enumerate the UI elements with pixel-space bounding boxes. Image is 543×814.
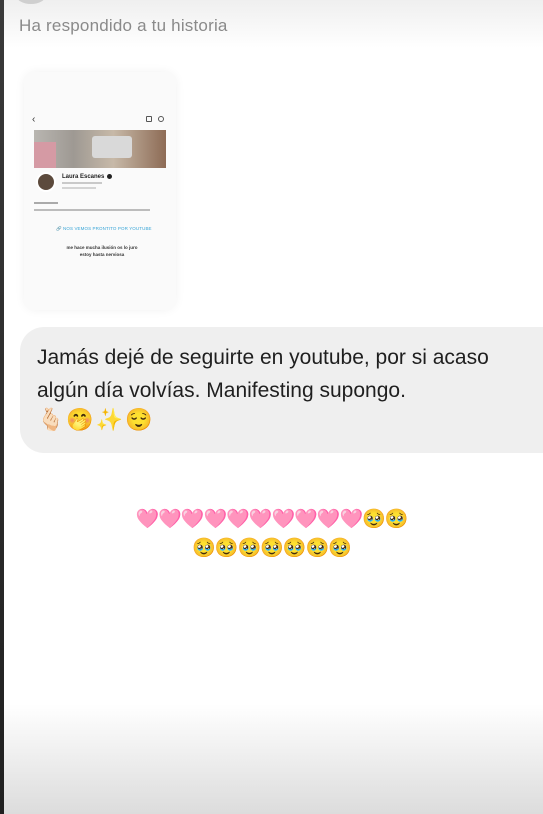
back-icon: ‹ xyxy=(32,114,36,125)
profile-link: 🔗 NOS VEMOS PRONTITO POR YOUTUBE xyxy=(56,226,152,231)
left-edge-shadow xyxy=(0,0,4,814)
banner-pink-block xyxy=(34,142,56,168)
story-caption: me hace mucha ilusión os lo juro estoy h… xyxy=(66,245,138,257)
toolbar-icons xyxy=(146,116,164,122)
reply-header: Ha respondido a tu historia xyxy=(19,16,228,35)
profile-avatar xyxy=(36,172,56,192)
verified-icon xyxy=(107,174,113,179)
reaction-hearts: 🩷🩷🩷🩷🩷🩷🩷🩷🩷🩷🥹🥹 xyxy=(135,509,409,530)
message-text-visible: Jamás dejé de seguirte en youtube, por s… xyxy=(37,346,489,402)
bottom-fade xyxy=(4,704,543,814)
profile-banner xyxy=(34,130,166,168)
profile-name: Laura Escanes xyxy=(62,174,113,180)
bio-line xyxy=(34,202,58,204)
banner-phone xyxy=(92,136,132,158)
profile-handle-line xyxy=(62,182,102,184)
bookmark-icon xyxy=(146,116,152,122)
profile-subline xyxy=(62,187,96,189)
reaction-faces: 🥹🥹🥹🥹🥹🥹🥹 xyxy=(192,538,352,559)
search-icon xyxy=(158,116,164,122)
bio-line xyxy=(34,209,150,211)
message-emojis: 🫰🏻🤭✨😌 xyxy=(37,407,155,432)
story-preview-card[interactable]: ‹ Laura Escanes 🔗 NOS VEMOS PRONTITO POR… xyxy=(24,72,176,310)
